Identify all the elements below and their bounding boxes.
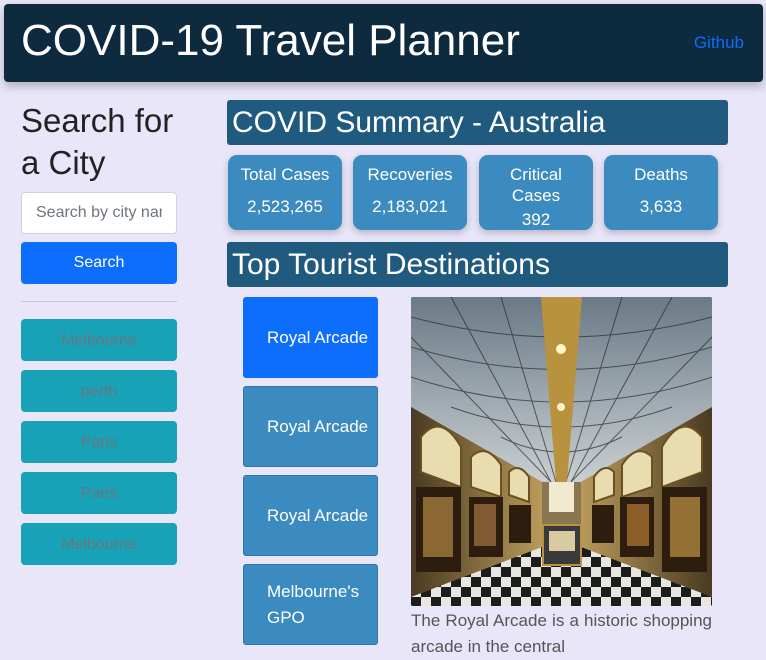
history-item-button[interactable]: perth <box>21 370 177 412</box>
top-destinations-header: Top Tourist Destinations <box>227 242 728 287</box>
app-header: COVID-19 Travel Planner Github <box>4 4 763 82</box>
stat-value: 2,523,265 <box>247 197 323 216</box>
stats-row: Total Cases 2,523,265 Recoveries 2,183,0… <box>228 155 728 230</box>
stat-value: 2,183,021 <box>372 197 448 216</box>
destination-photo <box>411 297 712 606</box>
stat-card-total-cases: Total Cases 2,523,265 <box>228 155 342 230</box>
destination-item-button[interactable]: Royal Arcade <box>243 386 378 467</box>
stat-card-critical-cases: Critical Cases 392 <box>479 155 593 230</box>
stat-card-deaths: Deaths 3,633 <box>604 155 718 230</box>
sidebar: Search for a City Search Melbourne perth… <box>21 100 177 574</box>
history-item-button[interactable]: Paris <box>21 472 177 514</box>
stat-card-recoveries: Recoveries 2,183,021 <box>353 155 467 230</box>
destination-list: Royal Arcade Royal Arcade Royal Arcade M… <box>243 297 378 653</box>
destination-item-button[interactable]: Royal Arcade <box>243 475 378 556</box>
search-history-list: Melbourne perth Paris Paris Melbourne <box>21 319 177 565</box>
app-title: COVID-19 Travel Planner <box>21 16 520 65</box>
history-item-button[interactable]: Melbourne <box>21 319 177 361</box>
github-link[interactable]: Github <box>694 33 744 53</box>
history-item-button[interactable]: Melbourne <box>21 523 177 565</box>
stat-label: Deaths <box>634 165 688 184</box>
destination-description: The Royal Arcade is a historic shopping … <box>411 611 712 656</box>
stat-value: 3,633 <box>639 197 683 216</box>
search-input[interactable] <box>21 192 177 234</box>
stat-label: Critical Cases <box>510 165 562 205</box>
destination-item-button[interactable]: Royal Arcade <box>243 297 378 378</box>
stat-label: Recoveries <box>367 165 453 184</box>
search-button[interactable]: Search <box>21 242 177 284</box>
stat-value: 392 <box>521 210 551 229</box>
covid-summary-title: COVID Summary - Australia <box>232 106 606 139</box>
destination-item-button[interactable]: Melbourne's GPO <box>243 564 378 645</box>
top-destinations-title: Top Tourist Destinations <box>232 248 550 281</box>
divider <box>21 301 177 302</box>
history-item-button[interactable]: Paris <box>21 421 177 463</box>
search-title: Search for a City <box>21 102 174 181</box>
stat-label: Total Cases <box>240 165 330 184</box>
covid-summary-header: COVID Summary - Australia <box>227 100 728 145</box>
